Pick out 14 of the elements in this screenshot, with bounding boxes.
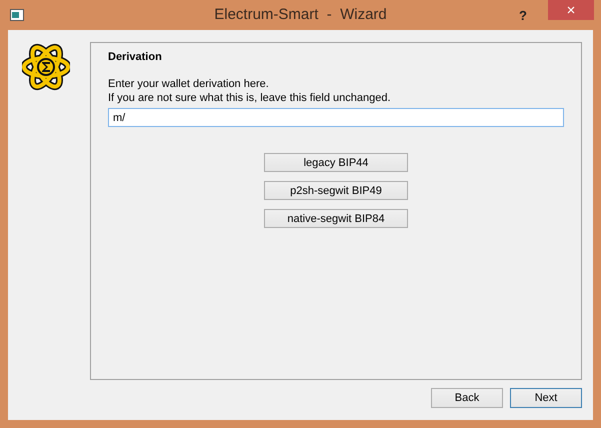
next-button[interactable]: Next: [510, 388, 582, 408]
instruction-text: If you are not sure what this is, leave this field unchanged.: [108, 91, 392, 105]
derivation-option-button[interactable]: p2sh-segwit BIP49: [264, 181, 408, 200]
page-heading: Derivation: [108, 51, 163, 63]
derivation-option-button[interactable]: legacy BIP44: [264, 153, 408, 172]
close-button[interactable]: ×: [548, 0, 594, 20]
instruction-text: Enter your wallet derivation here.: [108, 77, 270, 91]
atom-logo-icon: [22, 42, 70, 92]
help-button[interactable]: ?: [513, 5, 533, 25]
derivation-field[interactable]: m/: [108, 108, 564, 127]
back-button[interactable]: Back: [431, 388, 503, 408]
window-title: Electrum-Smart - Wizard: [214, 6, 387, 23]
derivation-option-button[interactable]: native-segwit BIP84: [264, 209, 408, 228]
app-icon: [10, 9, 24, 21]
